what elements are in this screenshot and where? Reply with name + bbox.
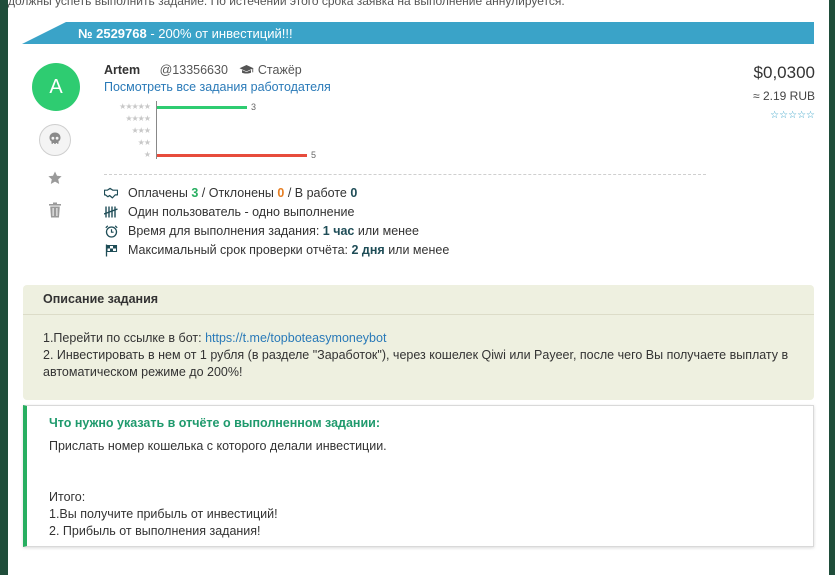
task-banner[interactable]: № 2529768 - 200% от инвестиций!!! <box>22 22 814 44</box>
stats-time: Время для выполнения задания: 1 час или … <box>104 224 419 238</box>
rating-row: ★★ <box>104 137 324 149</box>
hide-task-button[interactable] <box>46 202 64 220</box>
employer-info: Artem @13356630 Стажёр <box>104 63 302 79</box>
rejected-count: 0 <box>277 186 285 200</box>
rating-bar <box>157 154 307 157</box>
all-employer-tasks-link[interactable]: Посмотреть все задания работодателя <box>104 80 331 94</box>
task-rating-stars[interactable]: ☆☆☆☆☆ <box>770 110 815 121</box>
stats-counts: Оплачены 3 / Отклонены 0 / В работе 0 <box>104 186 357 200</box>
task-price-rub: ≈ 2.19 RUB <box>753 89 815 103</box>
star-icon <box>47 170 63 189</box>
employer-name[interactable]: Artem <box>104 63 140 77</box>
description-line-1-text: 1.Перейти по ссылке в бот: <box>43 331 202 345</box>
description-body: 1.Перейти по ссылке в бот: https://t.me/… <box>43 330 803 381</box>
rating-chart: ★★★★★ 3 ★★★★ ★★★ ★★ ★ 5 <box>104 101 324 163</box>
check-suffix: или менее <box>388 243 450 257</box>
rating-row-stars: ★★★ <box>131 126 150 135</box>
blacklist-button[interactable] <box>39 124 71 156</box>
skull-icon <box>47 131 63 150</box>
stats-check: Максимальный срок проверки отчёта: 2 дня… <box>104 243 449 257</box>
alarm-clock-icon <box>104 224 118 238</box>
report-title: Что нужно указать в отчёте о выполненном… <box>49 416 381 430</box>
description-line-2: 2. Инвестировать в нем от 1 рубля (в раз… <box>43 348 789 379</box>
in-work-count: 0 <box>350 186 358 200</box>
in-work-label: В работе <box>294 186 347 200</box>
rating-bar <box>157 106 247 109</box>
favorite-button[interactable] <box>46 170 64 188</box>
time-suffix: или менее <box>357 224 419 238</box>
rating-row: ★★★★ <box>104 113 324 125</box>
rating-count: 3 <box>251 102 257 112</box>
rating-row-stars: ★ <box>143 150 151 159</box>
graduation-cap-icon <box>239 64 254 79</box>
handshake-icon <box>104 186 118 200</box>
report-requirements: Что нужно указать в отчёте о выполненном… <box>23 405 814 547</box>
stats-one-user: Один пользователь - одно выполнение <box>104 205 354 219</box>
description-line-1: 1.Перейти по ссылке в бот: https://t.me/… <box>43 330 803 347</box>
task-number: № 2529768 <box>78 26 147 41</box>
rating-row: ★★★ <box>104 125 324 137</box>
one-user-text: Один пользователь - одно выполнение <box>128 205 355 219</box>
description-divider <box>23 314 814 315</box>
flag-icon <box>104 243 118 257</box>
check-value: 2 дня <box>351 243 385 257</box>
rating-count: 5 <box>311 150 317 160</box>
stats-separator: / <box>201 186 206 200</box>
time-label: Время для выполнения задания: <box>128 224 320 238</box>
time-value: 1 час <box>322 224 355 238</box>
avatar[interactable]: A <box>32 63 80 111</box>
bot-link[interactable]: https://t.me/topboteasymoneybot <box>205 331 386 345</box>
task-title: № 2529768 - 200% от инвестиций!!! <box>78 26 293 41</box>
employer-role-label: Стажёр <box>257 63 302 77</box>
stats-separator: / <box>287 186 292 200</box>
rating-row: ★★★★★ 3 <box>104 101 324 113</box>
paid-count: 3 <box>191 186 199 200</box>
task-title-suffix: - 200% от инвестиций!!! <box>146 26 293 41</box>
report-body: Прислать номер кошелька с которого делал… <box>49 439 387 538</box>
divider <box>104 174 706 175</box>
banner-notch <box>22 22 66 44</box>
check-label: Максимальный срок проверки отчёта: <box>128 243 349 257</box>
trash-icon <box>48 202 62 221</box>
rating-row-stars: ★★ <box>137 138 151 147</box>
rating-row-stars: ★★★★ <box>125 114 151 123</box>
rejected-label: Отклонены <box>208 186 274 200</box>
tally-icon <box>104 205 118 219</box>
rating-row-stars: ★★★★★ <box>119 102 151 111</box>
employer-id: @13356630 <box>159 63 228 77</box>
rating-row: ★ 5 <box>104 149 324 161</box>
task-price: $0,0300 <box>753 63 815 82</box>
task-card: должны успеть выполнить задание. По исте… <box>8 0 829 575</box>
employer-role: Стажёр <box>239 63 302 79</box>
paid-label: Оплачены <box>128 186 188 200</box>
task-description: Описание задания 1.Перейти по ссылке в б… <box>23 285 814 400</box>
description-title: Описание задания <box>43 292 159 306</box>
previous-task-text: должны успеть выполнить задание. По исте… <box>8 0 565 8</box>
